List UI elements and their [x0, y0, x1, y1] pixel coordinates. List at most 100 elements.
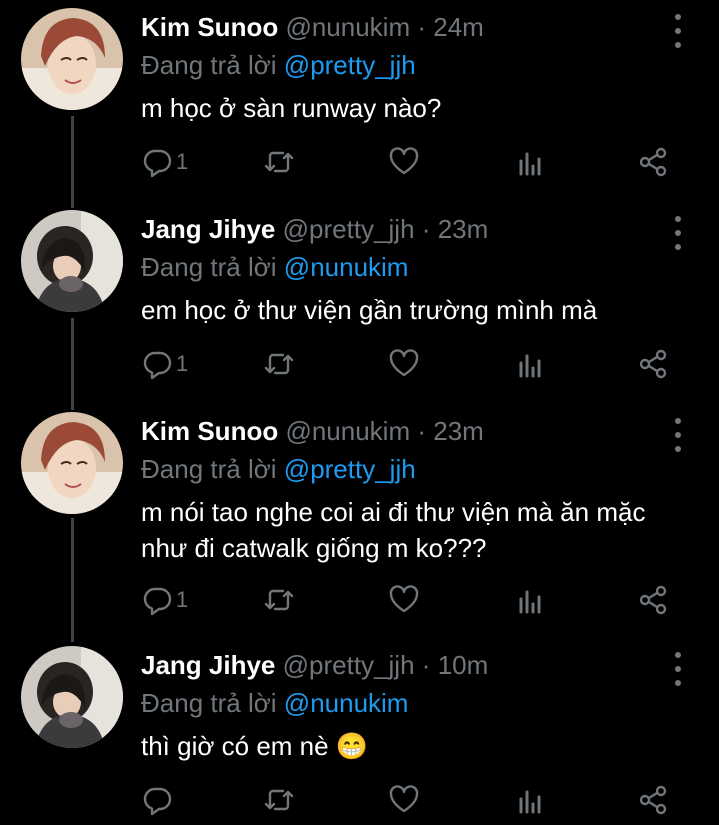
more-options-icon[interactable] — [668, 216, 688, 250]
separator: · — [421, 214, 431, 244]
avatar[interactable] — [21, 646, 123, 748]
share-button[interactable] — [636, 780, 670, 820]
analytics-button[interactable] — [513, 580, 547, 620]
display-name[interactable]: Jang Jihye — [141, 214, 275, 244]
tweet[interactable]: Jang Jihye @pretty_jjh · 23m Đang trả lờ… — [0, 202, 719, 402]
like-button[interactable] — [387, 142, 421, 182]
tweet-text-line: em học ở thư viện gần trường mình mà — [141, 295, 598, 325]
reply-count: 1 — [176, 587, 189, 612]
timestamp[interactable]: 24m — [433, 12, 484, 42]
reply-icon — [143, 787, 172, 816]
more-options-icon[interactable] — [668, 652, 688, 686]
mention-link[interactable]: @pretty_jjh — [284, 454, 416, 484]
reply-button[interactable]: 1 — [140, 580, 188, 620]
analytics-icon — [519, 152, 541, 176]
more-options-icon[interactable] — [668, 14, 688, 48]
separator: · — [417, 12, 427, 42]
girl-avatar-image — [21, 210, 123, 312]
timestamp[interactable]: 10m — [438, 650, 489, 680]
tweet-text-line: m học ở sàn runway nào? — [141, 93, 442, 123]
tweet-actions: 1 — [0, 344, 719, 384]
share-button[interactable] — [636, 142, 670, 182]
mention-link[interactable]: @pretty_jjh — [284, 50, 416, 80]
boy-avatar-image — [21, 8, 123, 110]
tweet[interactable]: Jang Jihye @pretty_jjh · 10m Đang trả lờ… — [0, 638, 719, 825]
tweet-text: thì giờ có em nè 😁 — [141, 728, 701, 764]
retweet-button[interactable] — [262, 344, 296, 384]
like-button[interactable] — [387, 344, 421, 384]
like-button[interactable] — [387, 780, 421, 820]
replying-to-label: Đang trả lời — [141, 50, 277, 80]
heart-icon — [389, 785, 419, 813]
tweet[interactable]: Kim Sunoo @nunukim · 23m Đang trả lời @p… — [0, 404, 719, 636]
separator: · — [417, 416, 427, 446]
retweet-button[interactable] — [262, 580, 296, 620]
reply-icon — [143, 351, 172, 380]
retweet-icon — [264, 589, 294, 611]
reply-count: 1 — [176, 351, 189, 376]
retweet-icon — [264, 151, 294, 173]
display-name[interactable]: Kim Sunoo — [141, 12, 278, 42]
display-name[interactable]: Jang Jihye — [141, 650, 275, 680]
tweet-text: em học ở thư viện gần trường mình mà — [141, 292, 701, 328]
tweet-actions: 1 — [0, 142, 719, 182]
tweet-text-line: như đi catwalk giống m ko??? — [141, 533, 487, 563]
heart-icon — [389, 349, 419, 377]
tweet-text-line: m nói tao nghe coi ai đi thư viện mà ăn … — [141, 497, 646, 527]
avatar[interactable] — [21, 412, 123, 514]
like-button[interactable] — [387, 580, 421, 620]
retweet-button[interactable] — [262, 780, 296, 820]
reply-button[interactable]: 1 — [140, 344, 188, 384]
share-icon — [639, 585, 667, 615]
analytics-button[interactable] — [513, 344, 547, 384]
tweet-header: Jang Jihye @pretty_jjh · 23m — [141, 214, 488, 245]
retweet-icon — [264, 353, 294, 375]
replying-to: Đang trả lời @nunukim — [141, 252, 408, 283]
timestamp[interactable]: 23m — [433, 416, 484, 446]
tweet-header: Kim Sunoo @nunukim · 24m — [141, 12, 484, 43]
replying-to-label: Đang trả lời — [141, 454, 277, 484]
replying-to: Đang trả lời @nunukim — [141, 688, 408, 719]
username[interactable]: @pretty_jjh — [283, 214, 415, 244]
retweet-button[interactable] — [262, 142, 296, 182]
reply-icon — [143, 587, 172, 616]
username[interactable]: @nunukim — [285, 416, 410, 446]
reply-button[interactable] — [140, 780, 176, 820]
more-options-icon[interactable] — [668, 418, 688, 452]
timestamp[interactable]: 23m — [438, 214, 489, 244]
reply-count: 1 — [176, 149, 189, 174]
tweet-actions — [0, 780, 719, 820]
analytics-icon — [519, 590, 541, 614]
heart-icon — [389, 585, 419, 613]
replying-to-label: Đang trả lời — [141, 688, 277, 718]
replying-to: Đang trả lời @pretty_jjh — [141, 454, 416, 485]
display-name[interactable]: Kim Sunoo — [141, 416, 278, 446]
avatar[interactable] — [21, 210, 123, 312]
tweet-actions: 1 — [0, 580, 719, 620]
mention-link[interactable]: @nunukim — [284, 252, 409, 282]
username[interactable]: @nunukim — [285, 12, 410, 42]
share-button[interactable] — [636, 580, 670, 620]
separator: · — [421, 650, 431, 680]
heart-icon — [389, 147, 419, 175]
share-icon — [639, 349, 667, 379]
tweet-header: Jang Jihye @pretty_jjh · 10m — [141, 650, 488, 681]
boy-avatar-image — [21, 412, 123, 514]
analytics-icon — [519, 354, 541, 378]
tweet[interactable]: Kim Sunoo @nunukim · 24m Đang trả lời @p… — [0, 0, 719, 200]
reply-button[interactable]: 1 — [140, 142, 188, 182]
username[interactable]: @pretty_jjh — [283, 650, 415, 680]
tweet-text-line: thì giờ có em nè 😁 — [141, 731, 369, 761]
share-icon — [639, 785, 667, 815]
avatar[interactable] — [21, 8, 123, 110]
share-button[interactable] — [636, 344, 670, 384]
girl-avatar-image — [21, 646, 123, 748]
analytics-button[interactable] — [513, 780, 547, 820]
reply-icon — [143, 149, 172, 178]
tweet-header: Kim Sunoo @nunukim · 23m — [141, 416, 484, 447]
retweet-icon — [264, 789, 294, 811]
replying-to-label: Đang trả lời — [141, 252, 277, 282]
tweet-text: m nói tao nghe coi ai đi thư viện mà ăn … — [141, 494, 701, 566]
analytics-button[interactable] — [513, 142, 547, 182]
mention-link[interactable]: @nunukim — [284, 688, 409, 718]
